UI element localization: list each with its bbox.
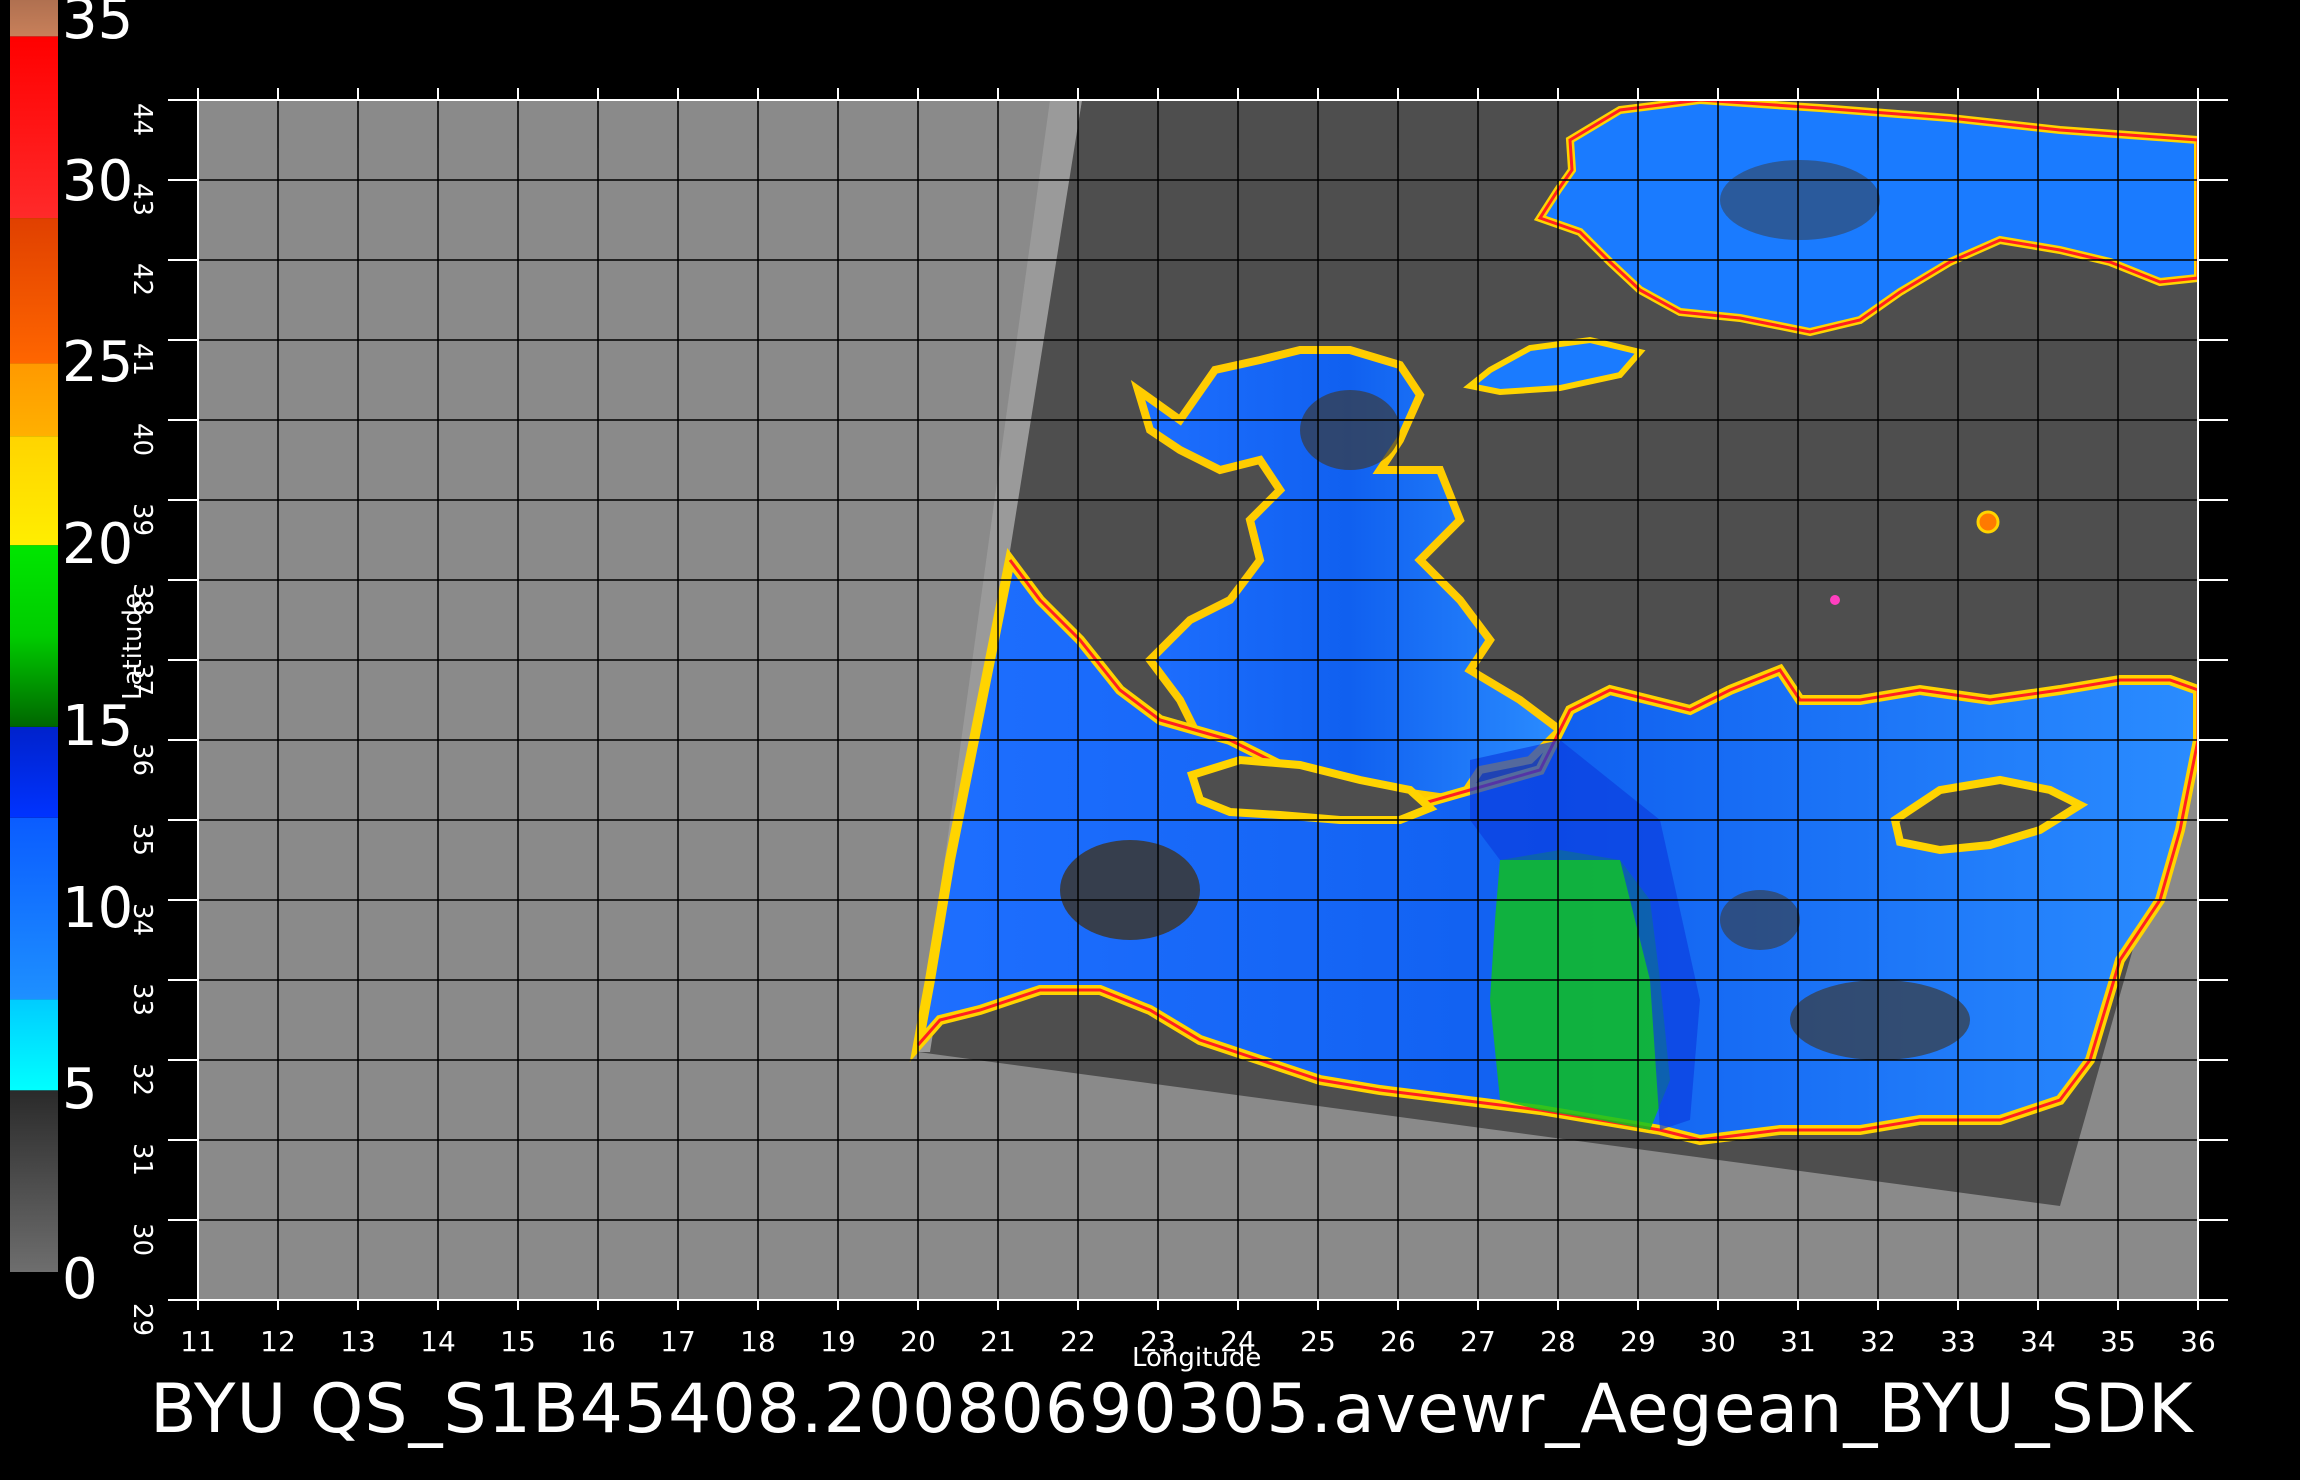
x-tick-label: 15 xyxy=(500,1325,536,1358)
y-tick-label: 43 xyxy=(127,183,157,217)
colorbar-label: 30 xyxy=(62,148,134,214)
colorbar-segment xyxy=(10,1090,58,1272)
y-tick-label: 38 xyxy=(127,583,157,617)
y-tick-label: 37 xyxy=(127,663,157,697)
y-tick-label: 29 xyxy=(127,1303,157,1337)
y-tick-label: 32 xyxy=(127,1063,157,1097)
x-tick-label: 31 xyxy=(1780,1325,1816,1358)
x-tick-label: 23 xyxy=(1140,1325,1176,1358)
colorbar-label: 20 xyxy=(62,512,134,578)
footer-title: BYU QS_S1B45408.20080690305.avewr_Aegean… xyxy=(150,1370,2194,1449)
x-tick-label: 13 xyxy=(340,1325,376,1358)
colorbar-segment xyxy=(10,636,58,727)
x-tick-label: 30 xyxy=(1700,1325,1736,1358)
x-tick-label: 21 xyxy=(980,1325,1016,1358)
colorbar-label: 5 xyxy=(62,1057,98,1123)
y-tick-label: 30 xyxy=(127,1223,157,1257)
x-tick-label: 34 xyxy=(2020,1325,2056,1358)
x-tick-label: 29 xyxy=(1620,1325,1656,1358)
y-tick-label: 36 xyxy=(127,743,157,777)
x-tick-label: 28 xyxy=(1540,1325,1576,1358)
colorbar-label: 25 xyxy=(62,330,134,396)
colorbar-label: 0 xyxy=(62,1247,98,1312)
y-tick-label: 35 xyxy=(127,823,157,857)
x-tick-label: 12 xyxy=(260,1325,296,1358)
y-tick-label: 42 xyxy=(127,263,157,297)
wind-speed-map xyxy=(168,88,2228,1310)
x-tick-label: 20 xyxy=(900,1325,936,1358)
colorbar-segment xyxy=(10,545,58,636)
colorbar-label: 15 xyxy=(62,693,134,759)
x-tick-label: 17 xyxy=(660,1325,696,1358)
x-tick-label: 25 xyxy=(1300,1325,1336,1358)
y-tick-label: 40 xyxy=(127,423,157,457)
x-tick-label: 26 xyxy=(1380,1325,1416,1358)
colorbar-label: 35 xyxy=(62,0,134,52)
x-tick-label: 19 xyxy=(820,1325,856,1358)
y-tick-label: 39 xyxy=(127,503,157,537)
x-tick-label: 36 xyxy=(2180,1325,2216,1358)
y-tick-label: 41 xyxy=(127,343,157,377)
colorbar-segment xyxy=(10,218,58,364)
colorbar-segment xyxy=(10,36,58,219)
x-tick-label: 32 xyxy=(1860,1325,1896,1358)
x-tick-label: 33 xyxy=(1940,1325,1976,1358)
colorbar-segment xyxy=(10,817,58,1000)
x-tick-label: 18 xyxy=(740,1325,776,1358)
colorbar-segment xyxy=(10,436,58,546)
colorbar-segment xyxy=(10,726,58,818)
y-tick-label: 44 xyxy=(127,103,157,137)
x-tick-label: 11 xyxy=(180,1325,216,1358)
x-tick-label: 27 xyxy=(1460,1325,1496,1358)
wind-speed-colorbar xyxy=(10,0,58,1272)
x-tick-label: 24 xyxy=(1220,1325,1256,1358)
x-tick-label: 22 xyxy=(1060,1325,1096,1358)
x-tick-label: 35 xyxy=(2100,1325,2136,1358)
colorbar-segment xyxy=(10,363,58,437)
colorbar-segment xyxy=(10,0,58,37)
y-tick-label: 34 xyxy=(127,903,157,937)
colorbar-label: 10 xyxy=(62,875,134,941)
x-tick-label: 14 xyxy=(420,1325,456,1358)
colorbar-segment xyxy=(10,999,58,1091)
y-tick-label: 33 xyxy=(127,983,157,1017)
x-tick-label: 16 xyxy=(580,1325,616,1358)
y-tick-label: 31 xyxy=(127,1143,157,1177)
